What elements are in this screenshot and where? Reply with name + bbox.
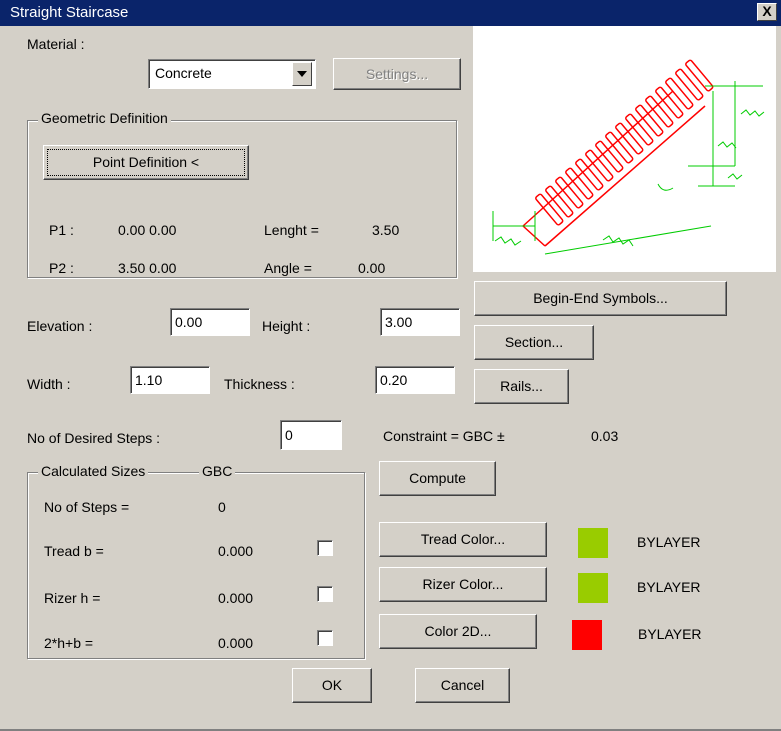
begin-end-symbols-button[interactable]: Begin-End Symbols...: [474, 281, 727, 316]
constraint-label: Constraint = GBC ±: [383, 428, 505, 444]
constraint-value: 0.03: [591, 428, 619, 444]
p2-label: P2 :: [49, 260, 74, 276]
tread-color-swatch: [578, 528, 608, 558]
height-label: Height :: [262, 318, 311, 334]
calculated-sizes-standard: GBC: [199, 463, 236, 479]
steps-count-label: No of Steps =: [44, 499, 130, 515]
length-value: 3.50: [372, 222, 400, 238]
ok-button[interactable]: OK: [292, 668, 372, 703]
geometric-definition-label: Geometric Definition: [38, 110, 171, 126]
angle-label: Angle =: [264, 260, 312, 276]
compute-button[interactable]: Compute: [379, 461, 496, 496]
height-input[interactable]: [380, 308, 460, 336]
rizer-color-swatch: [578, 573, 608, 603]
p1-label: P1 :: [49, 222, 74, 238]
length-label: Lenght =: [264, 222, 319, 238]
angle-value: 0.00: [358, 260, 386, 276]
color-2d-text: BYLAYER: [638, 626, 702, 642]
formula-value: 0.000: [218, 635, 254, 651]
p2-value: 3.50 0.00: [118, 260, 177, 276]
settings-button[interactable]: Settings...: [333, 58, 461, 90]
rizer-checkbox[interactable]: [317, 586, 333, 602]
section-button[interactable]: Section...: [474, 325, 594, 360]
geometric-definition-group: [27, 120, 457, 278]
elevation-label: Elevation :: [27, 318, 93, 334]
rizer-label: Rizer h =: [44, 590, 101, 606]
color-2d-swatch: [572, 620, 602, 650]
formula-label: 2*h+b =: [44, 635, 94, 651]
tread-color-text: BYLAYER: [637, 534, 701, 550]
calculated-sizes-label: Calculated Sizes: [38, 463, 149, 479]
staircase-preview: [473, 26, 776, 272]
elevation-input[interactable]: [170, 308, 250, 336]
desired-steps-label: No of Desired Steps :: [27, 430, 161, 446]
desired-steps-input[interactable]: [280, 420, 342, 450]
steps-count-value: 0: [218, 499, 226, 515]
window-title: Straight Staircase: [10, 4, 129, 21]
point-definition-button[interactable]: Point Definition <: [43, 145, 249, 180]
close-icon: X: [762, 3, 772, 19]
rails-button[interactable]: Rails...: [474, 369, 569, 404]
staircase-drawing: [492, 59, 765, 255]
tread-color-button[interactable]: Tread Color...: [379, 522, 547, 557]
tread-value: 0.000: [218, 543, 254, 559]
material-label: Material :: [27, 36, 85, 52]
tread-label: Tread b =: [44, 543, 104, 559]
rizer-value: 0.000: [218, 590, 254, 606]
color-2d-button[interactable]: Color 2D...: [379, 614, 537, 649]
thickness-label: Thickness :: [224, 376, 295, 392]
thickness-input[interactable]: [375, 366, 455, 394]
width-input[interactable]: [130, 366, 210, 394]
material-select[interactable]: Concrete: [148, 59, 316, 89]
formula-checkbox[interactable]: [317, 630, 333, 646]
chevron-down-icon: [297, 71, 307, 77]
material-dropdown-button[interactable]: [292, 62, 312, 86]
rizer-color-button[interactable]: Rizer Color...: [379, 567, 547, 602]
close-button[interactable]: X: [757, 3, 777, 21]
cancel-button[interactable]: Cancel: [415, 668, 510, 703]
p1-value: 0.00 0.00: [118, 222, 177, 238]
material-selected-value: Concrete: [155, 65, 212, 81]
width-label: Width :: [27, 376, 71, 392]
tread-checkbox[interactable]: [317, 540, 333, 556]
rizer-color-text: BYLAYER: [637, 579, 701, 595]
